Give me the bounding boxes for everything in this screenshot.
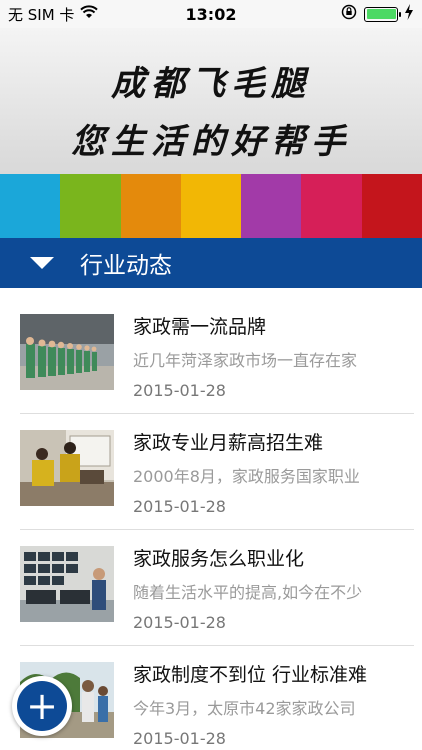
status-bar: 无 SIM 卡 13:02 <box>0 0 422 28</box>
add-button[interactable]: + <box>12 676 72 736</box>
section-header[interactable]: 行业动态 <box>0 238 422 288</box>
news-text: 家政需一流品牌 近几年菏泽家政市场一直存在家 2015-01-28 <box>133 312 408 400</box>
add-icon: + <box>17 681 67 731</box>
banner-color-stripes <box>0 174 422 238</box>
news-date: 2015-01-28 <box>133 729 226 748</box>
news-date: 2015-01-28 <box>133 381 226 400</box>
list-item[interactable]: 家政制度不到位 行业标准难 今年3月，太原市42家家政公司 2015-01-28 <box>20 646 414 750</box>
carrier-label: 无 SIM 卡 <box>8 5 75 24</box>
news-summary: 2000年8月，家政服务国家职业 <box>133 467 360 486</box>
list-item[interactable]: 家政专业月薪高招生难 2000年8月，家政服务国家职业 2015-01-28 <box>20 414 414 530</box>
banner-slogan: 您生活的好帮手 <box>71 122 351 162</box>
monitor-wall-photo <box>20 546 114 622</box>
banner[interactable]: 成都飞毛腿 您生活的好帮手 <box>0 28 422 238</box>
rotation-lock-icon <box>340 4 358 24</box>
color-stripe <box>180 174 242 238</box>
news-summary: 随着生活水平的提高,如今在不少 <box>133 583 363 602</box>
news-text: 家政服务怎么职业化 随着生活水平的提高,如今在不少 2015-01-28 <box>133 544 408 632</box>
color-stripe <box>301 174 362 238</box>
battery-icon <box>364 6 401 22</box>
triangle-down-icon <box>30 257 54 269</box>
list-item[interactable]: 家政服务怎么职业化 随着生活水平的提高,如今在不少 2015-01-28 <box>20 530 414 646</box>
news-title: 家政需一流品牌 <box>133 316 267 338</box>
battery-fill <box>366 9 396 19</box>
status-left: 无 SIM 卡 <box>8 4 99 25</box>
status-right <box>340 4 414 24</box>
charging-icon <box>404 4 414 24</box>
news-list: 家政需一流品牌 近几年菏泽家政市场一直存在家 2015-01-28 家政专业月薪… <box>0 298 422 750</box>
news-summary: 近几年菏泽家政市场一直存在家 <box>133 351 358 370</box>
color-stripe <box>361 174 422 238</box>
news-summary: 今年3月，太原市42家家政公司 <box>133 699 356 718</box>
color-stripe <box>120 174 181 238</box>
section-title: 行业动态 <box>80 253 172 279</box>
news-title: 家政制度不到位 行业标准难 <box>133 664 368 686</box>
news-date: 2015-01-28 <box>133 497 226 516</box>
list-item[interactable]: 家政需一流品牌 近几年菏泽家政市场一直存在家 2015-01-28 <box>20 298 414 414</box>
news-thumbnail <box>20 546 114 622</box>
color-stripe <box>0 174 61 238</box>
news-title: 家政服务怎么职业化 <box>133 548 305 570</box>
news-text: 家政制度不到位 行业标准难 今年3月，太原市42家家政公司 2015-01-28 <box>133 660 408 748</box>
wifi-icon <box>80 5 99 23</box>
news-date: 2015-01-28 <box>133 613 226 632</box>
news-thumbnail <box>20 314 114 390</box>
cleaning-training-photo <box>20 430 114 506</box>
news-thumbnail <box>20 430 114 506</box>
news-text: 家政专业月薪高招生难 2000年8月，家政服务国家职业 2015-01-28 <box>133 428 408 516</box>
color-stripe <box>241 174 302 238</box>
news-title: 家政专业月薪高招生难 <box>133 432 324 454</box>
color-stripe <box>60 174 121 238</box>
staff-lineup-photo <box>20 314 114 390</box>
banner-title: 成都飞毛腿 <box>111 64 311 104</box>
status-time: 13:02 <box>185 4 237 24</box>
